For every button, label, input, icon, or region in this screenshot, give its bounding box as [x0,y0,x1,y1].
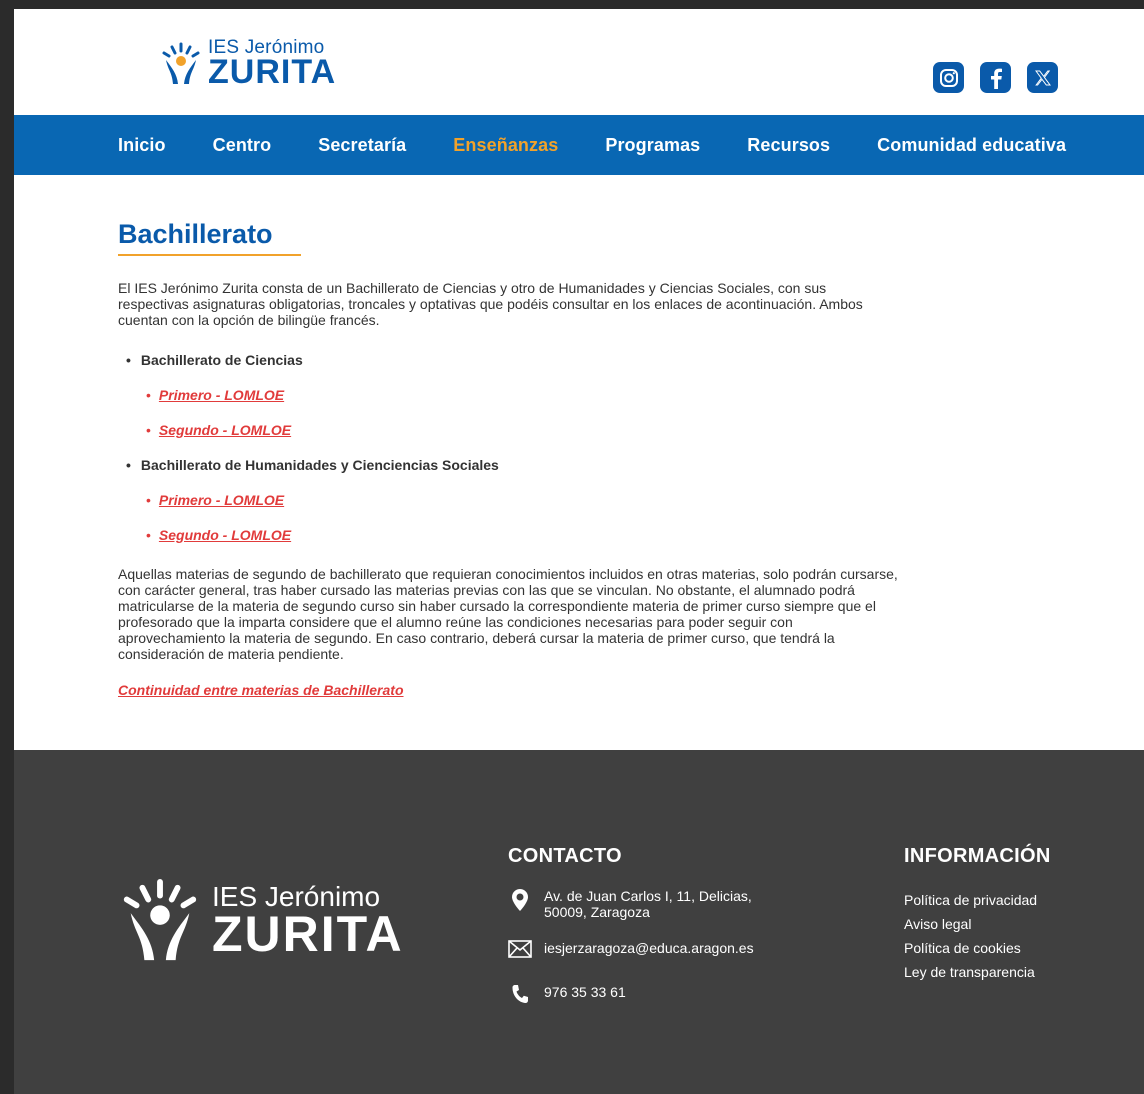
bullet: • [146,491,151,508]
link-ley-transparencia[interactable]: Ley de transparencia [904,960,1051,984]
page-title: Bachillerato [118,219,301,256]
bullet: • [146,421,151,438]
location-pin-icon [508,888,532,912]
intro-paragraph: El IES Jerónimo Zurita consta de un Bach… [118,280,863,328]
nav-item-ensenanzas[interactable]: Enseñanzas [453,135,558,156]
link-ciencias-primero[interactable]: Primero - LOMLOE [159,387,284,403]
facebook-icon[interactable] [980,62,1011,93]
list-item: • Primero - LOMLOE [118,482,914,517]
nav-item-recursos[interactable]: Recursos [747,135,830,156]
section-label: Bachillerato de Humanidades y Ciencienci… [140,456,499,473]
bullet: • [126,456,131,473]
phone-link[interactable]: 976 35 33 61 [544,984,626,1000]
logo-figure-icon [123,878,197,961]
logo-title: ZURITA [208,53,337,91]
x-icon[interactable] [1027,62,1058,93]
continuity-link[interactable]: Continuidad entre materias de Bachillera… [118,682,914,698]
window-frame-top [0,0,1144,9]
info-links: Política de privacidad Aviso legal Polít… [904,888,1051,984]
nav-item-centro[interactable]: Centro [213,135,272,156]
email-row: iesjerzaragoza@educa.aragon.es [508,940,754,964]
list-item: • Segundo - LOMLOE [118,517,914,552]
link-humanidades-primero[interactable]: Primero - LOMLOE [159,492,284,508]
link-ciencias-segundo[interactable]: Segundo - LOMLOE [159,422,291,438]
contact-section: CONTACTO Av. de Juan Carlos I, 11, Delic… [508,845,754,1008]
list-item: • Primero - LOMLOE [118,377,914,412]
bullet: • [146,386,151,403]
continuity-paragraph: Aquellas materias de segundo de bachille… [118,566,898,662]
site-footer: IES Jerónimo ZURITA CONTACTO Av. de Juan… [14,750,1144,1094]
nav-item-secretaria[interactable]: Secretaría [318,135,406,156]
mail-icon [508,940,532,964]
window-frame-left [0,0,14,1094]
bullet: • [146,526,151,543]
email-link[interactable]: iesjerzaragoza@educa.aragon.es [544,940,754,956]
list-item: • Bachillerato de Ciencias [118,342,914,377]
program-list: • Bachillerato de Ciencias • Primero - L… [118,342,914,552]
list-item: • Segundo - LOMLOE [118,412,914,447]
logo-figure-icon [162,42,200,84]
list-item: • Bachillerato de Humanidades y Ciencien… [118,447,914,482]
address-row: Av. de Juan Carlos I, 11, Delicias, 5000… [508,888,754,920]
phone-row: 976 35 33 61 [508,984,754,1008]
footer-logo-title: ZURITA [212,906,404,962]
link-politica-privacidad[interactable]: Política de privacidad [904,888,1051,912]
info-heading: INFORMACIÓN [904,845,1051,867]
phone-icon [508,984,532,1008]
footer-logo[interactable]: IES Jerónimo ZURITA [118,878,404,964]
page: IES Jerónimo ZURITA Inicio Centro Secret… [14,9,1144,1094]
main-nav: Inicio Centro Secretaría Enseñanzas Prog… [14,115,1144,175]
info-section: INFORMACIÓN Política de privacidad Aviso… [904,845,1051,984]
link-aviso-legal[interactable]: Aviso legal [904,912,1051,936]
address-line-1: Av. de Juan Carlos I, 11, Delicias, [544,888,752,904]
contact-heading: CONTACTO [508,845,622,867]
instagram-icon[interactable] [933,62,964,93]
bullet: • [126,351,131,368]
main-content: Bachillerato El IES Jerónimo Zurita cons… [14,175,914,750]
nav-item-comunidad-educativa[interactable]: Comunidad educativa [877,135,1066,156]
link-politica-cookies[interactable]: Política de cookies [904,936,1051,960]
nav-item-programas[interactable]: Programas [605,135,700,156]
nav-item-inicio[interactable]: Inicio [118,135,166,156]
link-humanidades-segundo[interactable]: Segundo - LOMLOE [159,527,291,543]
site-header: IES Jerónimo ZURITA [14,9,1144,115]
section-label: Bachillerato de Ciencias [140,351,303,368]
address-line-2: 50009, Zaragoza [544,904,650,920]
site-logo[interactable]: IES Jerónimo ZURITA [160,38,336,89]
social-links [933,62,1058,93]
